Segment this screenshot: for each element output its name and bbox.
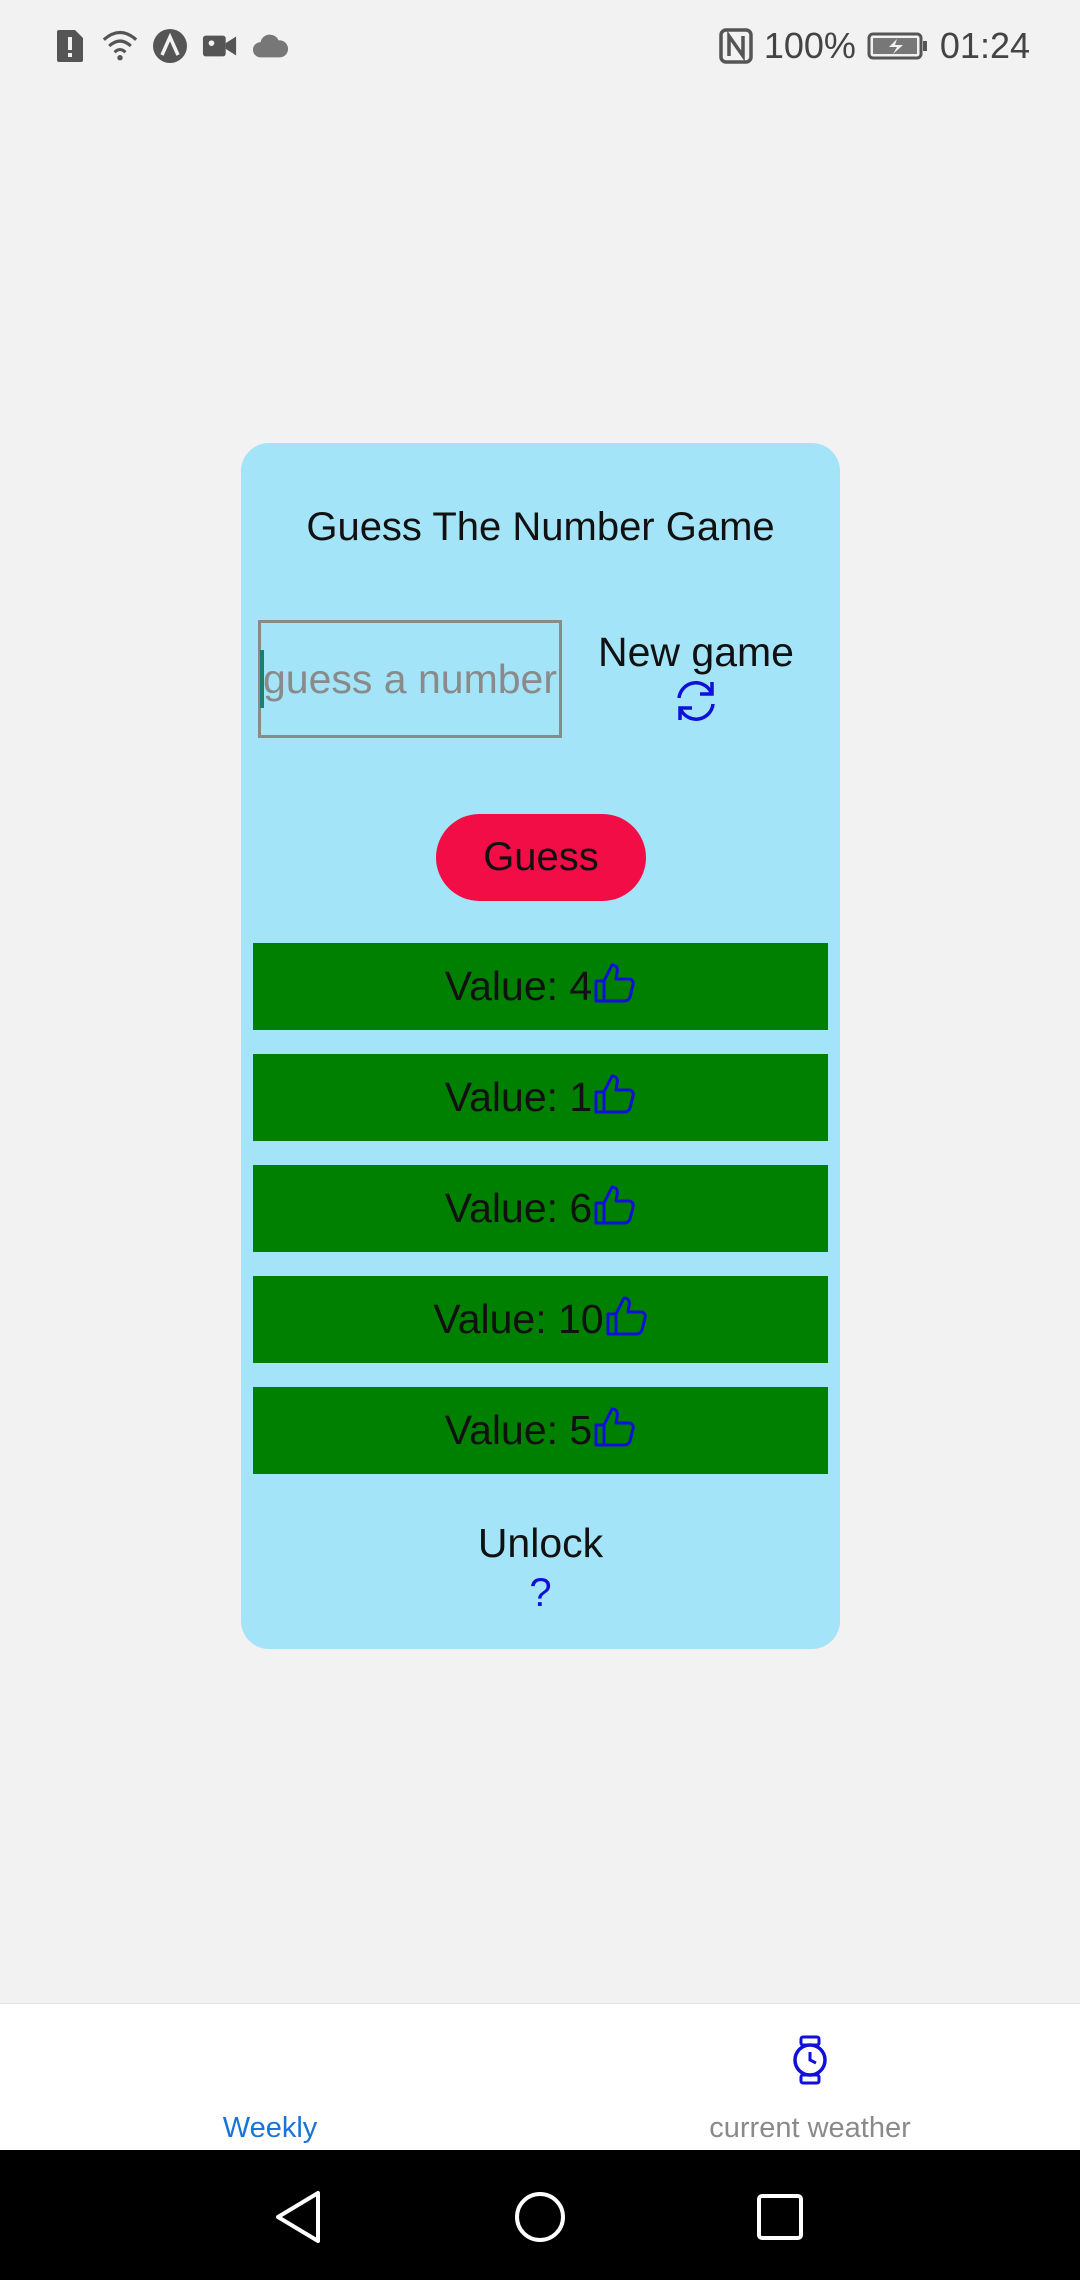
system-navigation-bar bbox=[0, 2150, 1080, 2280]
clock: 01:24 bbox=[939, 25, 1030, 66]
video-camera-icon bbox=[202, 28, 238, 64]
recent-apps-icon[interactable] bbox=[750, 2187, 810, 2247]
thumbs-up-icon bbox=[592, 1183, 636, 1227]
thumbs-up-icon bbox=[592, 1405, 636, 1449]
guess-number-input[interactable] bbox=[258, 620, 562, 738]
value-text: Value: 4 bbox=[444, 963, 593, 1009]
bottom-tab-bar: Weekly current weather bbox=[0, 2003, 1080, 2150]
value-row: Value: 5 bbox=[253, 1387, 828, 1474]
nfc-icon bbox=[718, 28, 754, 64]
game-card: Guess The Number Game New game Guess Val… bbox=[241, 443, 840, 1649]
thumbs-up-icon bbox=[604, 1294, 648, 1338]
back-icon[interactable] bbox=[270, 2187, 330, 2247]
value-text: Value: 1 bbox=[444, 1074, 593, 1120]
battery-percent: 100% bbox=[763, 25, 856, 66]
app-a-icon bbox=[152, 28, 188, 64]
status-icons-left bbox=[52, 28, 288, 64]
refresh-icon bbox=[671, 678, 721, 724]
new-game-label: New game bbox=[598, 629, 794, 675]
screen: 100% 01:24 Guess The Number Game New gam… bbox=[0, 0, 1080, 2280]
sim-alert-icon bbox=[52, 28, 88, 64]
new-game-button[interactable]: New game bbox=[586, 623, 806, 763]
value-row: Value: 6 bbox=[253, 1165, 828, 1252]
value-text: Value: 6 bbox=[444, 1185, 593, 1231]
text-cursor bbox=[260, 650, 264, 708]
tab-weekly[interactable]: Weekly bbox=[150, 2004, 390, 2151]
tab-current-weather[interactable]: current weather bbox=[640, 2004, 980, 2151]
battery-charging-icon bbox=[866, 28, 930, 64]
thumbs-up-icon bbox=[592, 1072, 636, 1116]
value-row: Value: 1 bbox=[253, 1054, 828, 1141]
tab-label: Weekly bbox=[222, 2112, 318, 2144]
status-bar: 100% 01:24 bbox=[0, 0, 1080, 92]
cloud-icon bbox=[252, 28, 288, 64]
value-text: Value: 10 bbox=[433, 1296, 604, 1342]
unlock-label: Unlock bbox=[477, 1520, 604, 1566]
value-row: Value: 10 bbox=[253, 1276, 828, 1363]
value-row: Value: 4 bbox=[253, 943, 828, 1030]
wifi-icon bbox=[102, 28, 138, 64]
game-title: Guess The Number Game bbox=[306, 505, 775, 549]
value-text: Value: 5 bbox=[444, 1407, 593, 1453]
question-mark-icon: ? bbox=[529, 1571, 552, 1615]
unlock-button[interactable]: Unlock ? bbox=[241, 1520, 840, 1617]
watch-icon bbox=[788, 2035, 832, 2085]
status-icons-right: 100% 01:24 bbox=[718, 25, 1030, 67]
home-icon[interactable] bbox=[510, 2187, 570, 2247]
thumbs-up-icon bbox=[592, 961, 636, 1005]
guess-history-list: Value: 4 Value: 1 Value: 6 Value: 10 Val… bbox=[253, 943, 828, 1498]
tab-label: current weather bbox=[709, 2112, 911, 2144]
guess-button[interactable]: Guess bbox=[436, 814, 646, 901]
